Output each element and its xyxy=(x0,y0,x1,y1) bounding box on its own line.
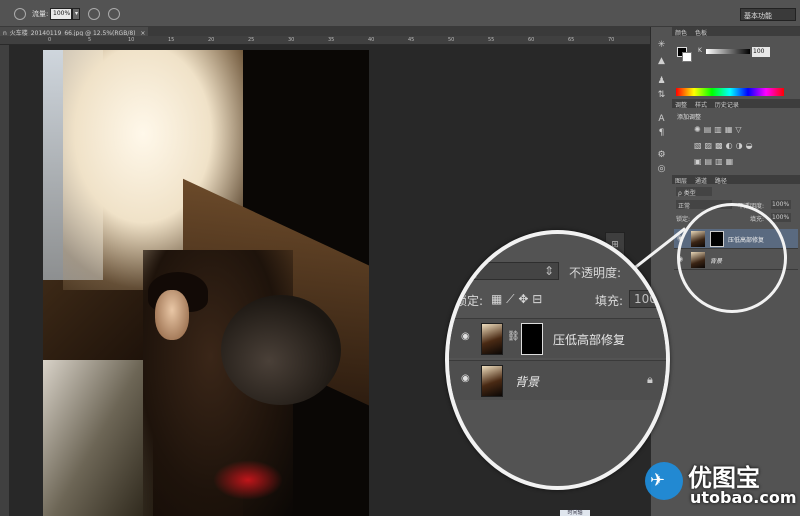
panel-icon-strip: ✳ ▲ ♟ ⇅ A ¶ ⚙ ◎ xyxy=(650,27,672,516)
adjust-icon[interactable]: ✳ xyxy=(655,39,668,51)
zoom-fill-label: 填充: xyxy=(595,294,624,308)
lock-label: 锁定: xyxy=(676,216,691,223)
flow-dropdown-arrow-icon[interactable]: ▾ xyxy=(72,8,80,20)
pressure-icon[interactable] xyxy=(108,8,120,20)
adjust-title: 添加调整 xyxy=(677,114,702,121)
zoom-layer-thumbnail xyxy=(481,323,503,355)
horizontal-ruler: 0 5 10 15 20 25 30 35 40 45 50 55 60 65 70 xyxy=(0,36,650,45)
info-icon[interactable]: ⚙ xyxy=(655,149,668,161)
workspace-switcher[interactable]: 基本功能 xyxy=(740,8,796,21)
zoom-fill-input: 100 xyxy=(629,290,666,308)
ruler-tick-label: 70 xyxy=(608,37,615,43)
adjust-icons-row-3[interactable]: ▣▤▥▦ xyxy=(694,157,736,166)
magnifier-callout: 正常 ⇕ 不透明度: 锁定: ▦ ⟋ ✥ ⊟ 填充: 100 ◉ ⛓ 压低高部修… xyxy=(445,230,670,490)
zoom-layer-name: 压低高部修复 xyxy=(553,333,626,347)
ruler-tick-label: 20 xyxy=(208,37,215,43)
color-panel-header: 颜色 色板 xyxy=(672,27,800,37)
document-image[interactable] xyxy=(43,50,369,516)
fill-input[interactable]: 100% xyxy=(771,213,791,222)
tab-swatches[interactable]: 色板 xyxy=(695,30,707,37)
watermark-bird-icon: ✈ xyxy=(650,470,666,491)
layers-panel-header: 图层 通道 路径 xyxy=(672,175,800,185)
tab-color[interactable]: 颜色 xyxy=(675,30,687,37)
character-icon[interactable]: A xyxy=(655,113,668,125)
clone-source-icon[interactable]: ♟ xyxy=(655,75,668,87)
image-red-cloth xyxy=(213,460,283,500)
document-tab[interactable]: n_火车楼_20140119_66.jpg @ 12.5%(RGB/8) × xyxy=(0,27,149,37)
background-color-swatch[interactable] xyxy=(682,52,692,62)
zoom-blend-mode-value: 正常 xyxy=(454,266,479,280)
magnifier-source-ring xyxy=(677,203,787,313)
ruler-tick-label: 55 xyxy=(488,37,495,43)
tab-adjustments[interactable]: 调整 xyxy=(675,102,687,109)
zoom-lock-pixels-icon: ▦ ⟋ ✥ ⊟ xyxy=(491,292,543,306)
zoom-layer-row-adjust: ◉ ⛓ 压低高部修复 xyxy=(449,318,666,358)
zoom-layer-thumbnail xyxy=(481,365,503,397)
ruler-tick-label: 10 xyxy=(128,37,135,43)
tool-preset-icon[interactable]: ⇅ xyxy=(655,89,668,101)
ruler-tick-label: 65 xyxy=(568,37,575,43)
tab-styles[interactable]: 样式 xyxy=(695,102,707,109)
ruler-tick-label: 0 xyxy=(48,37,52,43)
timeline-tab[interactable]: 时间轴 xyxy=(560,510,590,516)
ruler-tick-label: 60 xyxy=(528,37,535,43)
zoom-lock-label: 锁定: xyxy=(455,294,484,308)
zoom-layer-mask xyxy=(521,323,543,355)
ruler-tick-label: 5 xyxy=(88,37,92,43)
brush-panel-icon[interactable]: ▲ xyxy=(655,55,668,67)
zoom-layer-name: 背景 xyxy=(515,375,540,389)
layer-kind-filter[interactable]: ρ 类型 xyxy=(676,187,712,197)
ruler-tick-label: 40 xyxy=(368,37,375,43)
ruler-tick-label: 15 xyxy=(168,37,175,43)
navigator-icon[interactable]: ◎ xyxy=(655,163,668,175)
vertical-ruler xyxy=(0,45,9,516)
k-channel-slider[interactable] xyxy=(706,49,750,54)
zoom-blend-mode-select: 正常 ⇕ xyxy=(449,262,559,280)
flow-label: 流量: xyxy=(32,10,49,18)
color-spectrum[interactable] xyxy=(676,88,784,96)
ruler-tick-label: 45 xyxy=(408,37,415,43)
adjust-panel-header: 调整 样式 历史记录 xyxy=(672,99,800,109)
tab-paths[interactable]: 路径 xyxy=(715,178,727,185)
zoom-eye-icon: ◉ xyxy=(461,373,470,384)
k-channel-value[interactable]: 100 xyxy=(752,47,770,57)
adjust-icons-row-1[interactable]: ✺▤▥▦▽ xyxy=(694,125,745,134)
tab-layers[interactable]: 图层 xyxy=(675,178,687,185)
brush-preset-icon[interactable] xyxy=(14,8,26,20)
zoom-layer-row-background: ◉ 背景 🔒︎ xyxy=(449,360,666,400)
tab-history[interactable]: 历史记录 xyxy=(715,102,739,109)
image-lower-window xyxy=(43,360,153,516)
paragraph-icon[interactable]: ¶ xyxy=(655,127,668,139)
image-face xyxy=(155,290,189,340)
zoom-blend-chevron-icon: ⇕ xyxy=(543,264,554,278)
watermark-url: utobao.com xyxy=(690,488,797,507)
zoom-chain-icon: ⛓ xyxy=(507,331,520,342)
ruler-tick-label: 50 xyxy=(448,37,455,43)
image-hat xyxy=(221,295,341,405)
adjust-icons-row-2[interactable]: ▧▨▩◐◑◒ xyxy=(694,141,756,150)
zoom-eye-icon: ◉ xyxy=(461,331,470,342)
flow-input[interactable]: 100% xyxy=(50,8,72,20)
ruler-tick-label: 30 xyxy=(288,37,295,43)
airbrush-icon[interactable] xyxy=(88,8,100,20)
ruler-tick-label: 25 xyxy=(248,37,255,43)
ruler-tick-label: 35 xyxy=(328,37,335,43)
k-channel-label: K xyxy=(698,47,702,54)
options-bar: 流量: 100% ▾ 基本功能 xyxy=(0,0,800,27)
opacity-input[interactable]: 100% xyxy=(771,200,791,209)
zoom-opacity-label: 不透明度: xyxy=(569,266,622,280)
zoom-lock-icon: 🔒︎ xyxy=(647,373,653,386)
tab-channels[interactable]: 通道 xyxy=(695,178,707,185)
